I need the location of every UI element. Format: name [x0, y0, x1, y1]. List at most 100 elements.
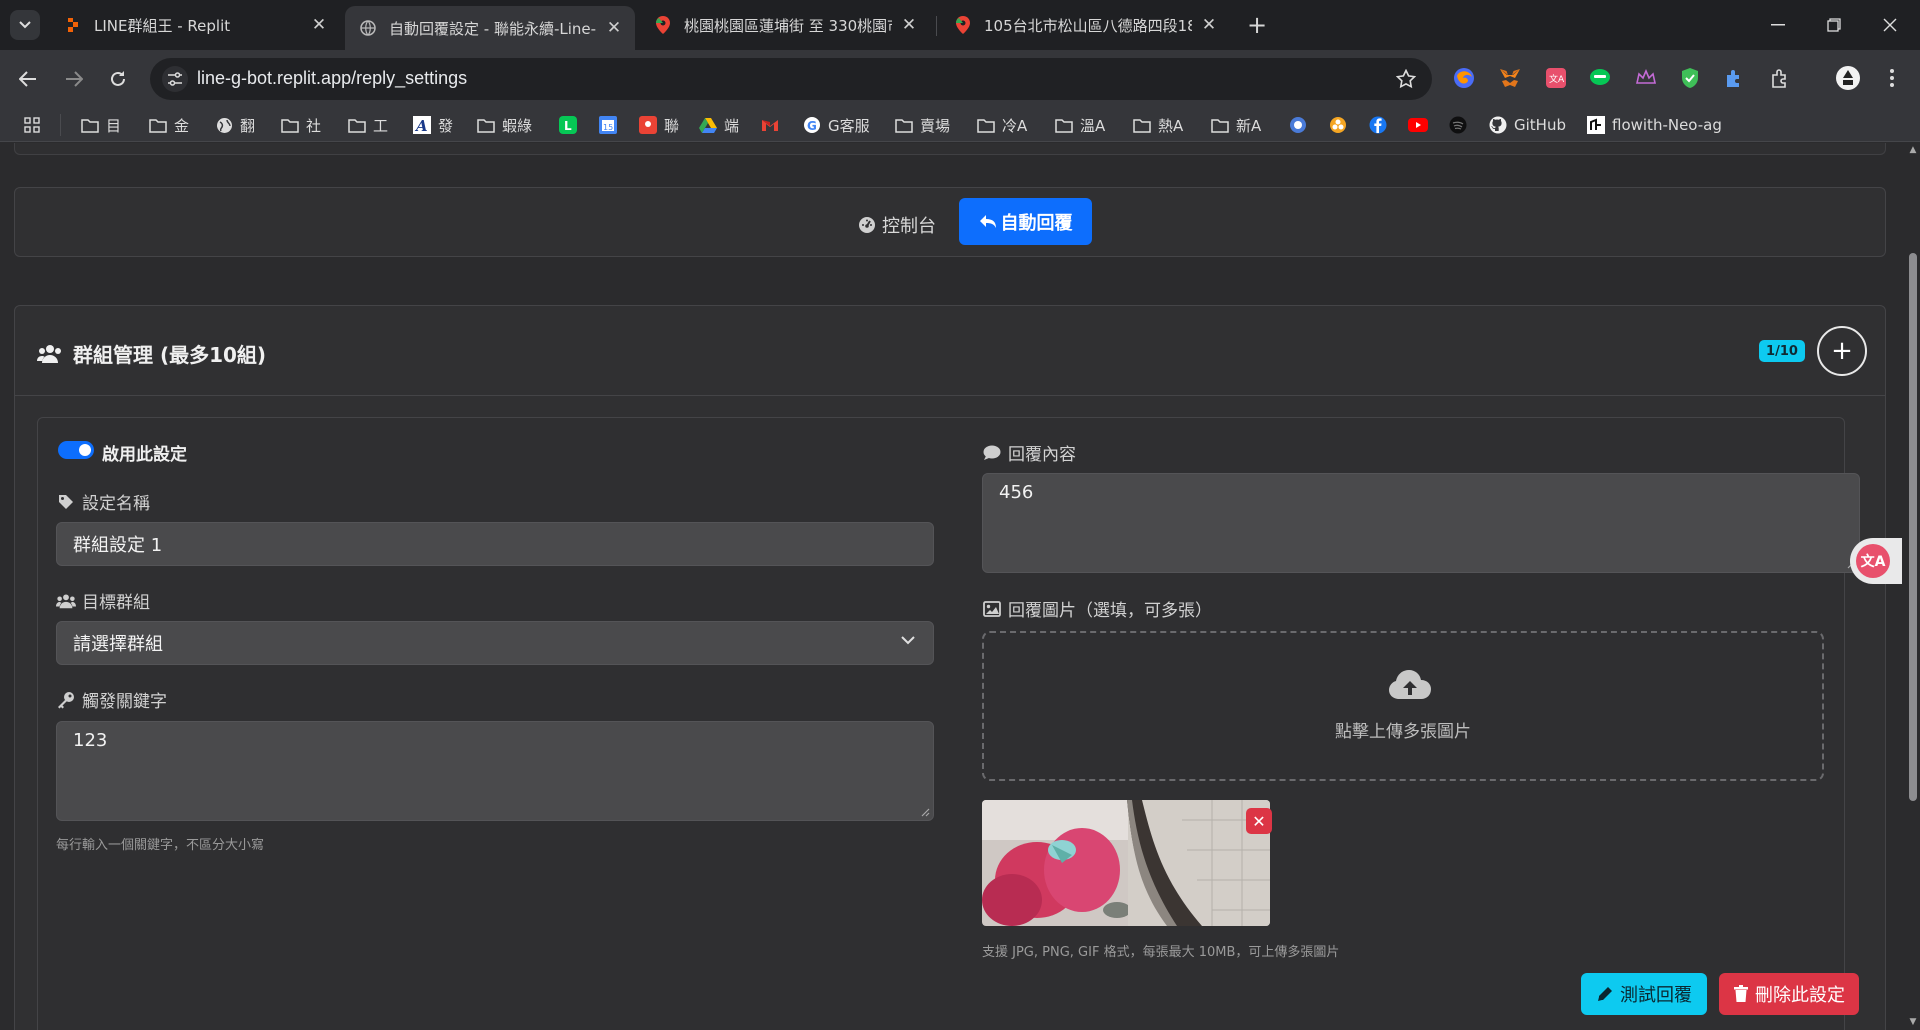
bookmark-github[interactable]: GitHub: [1488, 114, 1566, 136]
maps-icon: [638, 116, 658, 134]
extension-crown-icon[interactable]: [1634, 66, 1658, 90]
google-icon: G: [802, 116, 822, 134]
bookmark-youtube[interactable]: [1408, 114, 1434, 136]
drive-icon: [698, 116, 718, 134]
bookmark-facebook[interactable]: [1368, 114, 1394, 136]
image-icon: [982, 600, 1002, 618]
reply-content-label: 回覆內容: [982, 440, 1076, 465]
bookmark-star-button[interactable]: [1394, 67, 1418, 91]
back-button[interactable]: [14, 65, 42, 93]
tab-search-button[interactable]: [10, 10, 40, 40]
bookmark-folder-3[interactable]: 社: [280, 114, 321, 136]
tab-close-button[interactable]: ✕: [308, 14, 330, 36]
minimize-button[interactable]: [1758, 10, 1798, 40]
label-text: 回覆內容: [1008, 445, 1076, 465]
extension-puzzle-blue-icon[interactable]: [1722, 66, 1746, 90]
replit-icon: [64, 16, 82, 34]
target-group-select[interactable]: 請選擇群組: [56, 621, 934, 665]
bookmark-maps[interactable]: 聯: [638, 114, 679, 136]
bookmark-flowith[interactable]: flowith-Neo-ag: [1586, 114, 1722, 136]
extension-metamask-icon[interactable]: [1498, 66, 1522, 90]
calendar-icon: 15: [598, 116, 618, 134]
extension-shield-icon[interactable]: [1678, 66, 1702, 90]
reply-icon: [979, 214, 996, 228]
image-upload-dropzone[interactable]: 點擊上傳多張圖片: [982, 631, 1824, 781]
pencil-icon: [1596, 985, 1614, 1003]
bookmark-gmail[interactable]: [760, 114, 786, 136]
enable-setting-toggle[interactable]: [58, 441, 94, 459]
bookmark-label: 翻: [240, 116, 256, 135]
setting-name-input[interactable]: 群組設定 1: [56, 522, 934, 566]
nav-dashboard-link[interactable]: 控制台: [858, 212, 936, 238]
forward-button[interactable]: [60, 65, 88, 93]
reply-content-textarea[interactable]: 456: [982, 473, 1860, 573]
tab-maps-address[interactable]: 105台北市松山區八德路四段18 ✕: [940, 8, 1230, 42]
remove-image-button[interactable]: ✕: [1246, 808, 1272, 834]
bookmark-ext-1[interactable]: [1288, 114, 1314, 136]
nav-auto-reply-label: 自動回覆: [1000, 212, 1073, 234]
extension-line-icon[interactable]: [1588, 66, 1612, 90]
minimize-icon: [1771, 24, 1785, 26]
site-info-button[interactable]: [162, 66, 188, 92]
new-tab-button[interactable]: +: [1242, 10, 1272, 40]
reload-button[interactable]: [104, 65, 132, 93]
tab-maps-route[interactable]: 桃園桃園區蓮埔街 至 330桃園市 ✕: [640, 8, 930, 42]
bookmark-folder-5[interactable]: 蝦綠: [476, 114, 532, 136]
test-reply-button[interactable]: 測試回覆: [1581, 973, 1707, 1015]
extensions-menu-button[interactable]: [1768, 66, 1792, 90]
tab-auto-reply[interactable]: 自動回覆設定 - 聯能永續-Line- ✕: [345, 6, 635, 50]
bookmark-calendar[interactable]: 15: [598, 114, 624, 136]
extension-firefox-icon[interactable]: [1452, 66, 1476, 90]
bookmark-line[interactable]: L: [558, 114, 584, 136]
page-scrollbar[interactable]: ▲ ▼: [1906, 143, 1920, 1030]
bookmark-folder-7[interactable]: 冷A: [976, 114, 1027, 136]
bookmark-folder-2[interactable]: 金: [148, 114, 189, 136]
tune-icon: [168, 72, 182, 86]
delete-setting-button[interactable]: 刪除此設定: [1719, 973, 1859, 1015]
bookmark-folder-6[interactable]: 賣場: [894, 114, 950, 136]
bookmark-label: GitHub: [1514, 116, 1566, 134]
nav-auto-reply-button[interactable]: 自動回覆: [959, 198, 1092, 245]
group-card-header: 群組管理 (最多10組) 1/10 +: [15, 306, 1885, 396]
globe-icon: [214, 116, 234, 134]
scroll-down-arrow[interactable]: ▼: [1908, 1017, 1918, 1027]
bookmark-label: 賣場: [920, 116, 951, 135]
bookmark-drive[interactable]: 端: [698, 114, 739, 136]
bookmark-translate[interactable]: 翻: [214, 114, 255, 136]
tab-close-button[interactable]: ✕: [898, 14, 920, 36]
close-window-button[interactable]: [1870, 10, 1910, 40]
apps-button[interactable]: [22, 114, 48, 136]
tab-close-button[interactable]: ✕: [1198, 14, 1220, 36]
folder-icon: [1132, 116, 1152, 134]
folder-icon: [280, 116, 300, 134]
trigger-keyword-textarea[interactable]: 123: [56, 721, 934, 821]
bookmark-label: 目: [106, 116, 122, 135]
tab-close-button[interactable]: ✕: [603, 17, 625, 39]
plus-icon: +: [1831, 336, 1853, 366]
restore-button[interactable]: [1814, 10, 1854, 40]
browser-menu-button[interactable]: [1880, 66, 1904, 90]
enable-setting-label: 啟用此設定: [102, 445, 187, 465]
arrow-left-icon: [19, 71, 36, 87]
bookmark-label: 冷A: [1002, 116, 1028, 135]
bookmark-folder-4[interactable]: 工: [347, 114, 388, 136]
bookmark-folder-9[interactable]: 熱A: [1132, 114, 1183, 136]
address-bar[interactable]: line-g-bot.replit.app/reply_settings: [150, 58, 1432, 100]
group-count-badge: 1/10: [1759, 340, 1805, 362]
scroll-up-arrow[interactable]: ▲: [1908, 145, 1918, 155]
bookmark-google-support[interactable]: G G客服: [802, 114, 870, 136]
scrollbar-thumb[interactable]: [1909, 253, 1917, 801]
bookmark-folder-1[interactable]: 目: [80, 114, 121, 136]
bookmark-folder-8[interactable]: 溫A: [1054, 114, 1105, 136]
tab-replit[interactable]: LINE群組王 - Replit ✕: [50, 8, 340, 42]
add-group-button[interactable]: +: [1817, 326, 1867, 376]
translate-floating-widget[interactable]: 文A: [1850, 538, 1902, 584]
profile-avatar[interactable]: [1836, 66, 1860, 90]
spotify-icon: [1448, 116, 1468, 134]
bookmark-dark-circle[interactable]: [1448, 114, 1474, 136]
resize-handle-icon[interactable]: [920, 807, 930, 817]
bookmark-a[interactable]: A 發: [412, 114, 453, 136]
bookmark-folder-10[interactable]: 新A: [1210, 114, 1261, 136]
bookmark-ext-2[interactable]: [1328, 114, 1354, 136]
extension-translate-icon[interactable]: 文A: [1544, 66, 1568, 90]
